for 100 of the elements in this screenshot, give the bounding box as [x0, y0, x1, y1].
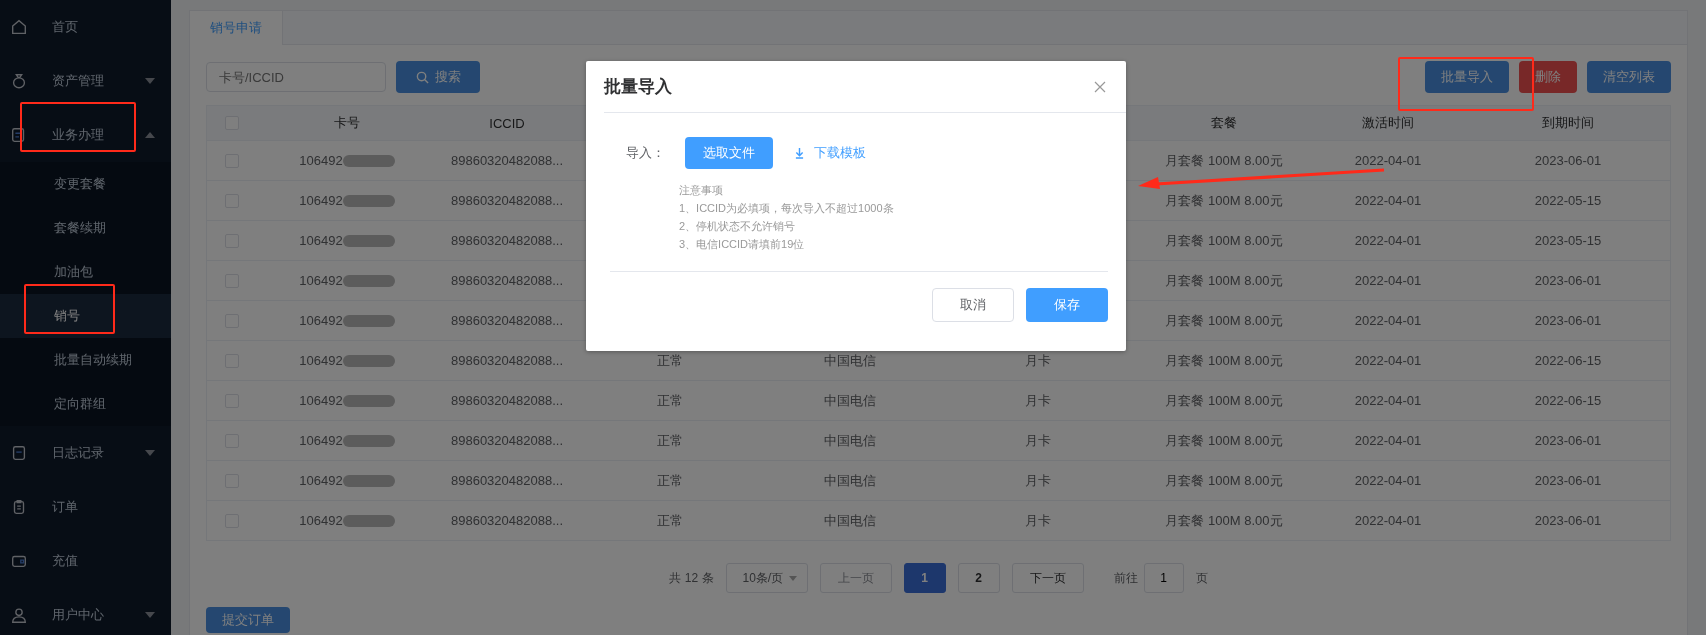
cancel-button[interactable]: 取消 [932, 288, 1014, 322]
submenu-item[interactable]: 定向群组 [0, 382, 171, 426]
redacted-blur [342, 434, 395, 447]
column-header: 套餐 [1211, 114, 1237, 132]
menu-item[interactable]: 业务办理 [0, 108, 171, 162]
card-type-cell: 月卡 [1025, 351, 1051, 370]
card-type-cell: 月卡 [1025, 471, 1051, 490]
caret-icon [145, 78, 155, 84]
iccid-cell: 89860320482088... [450, 353, 564, 368]
card-number: 106492 [299, 473, 343, 488]
search-field[interactable]: 卡号/ICCID [206, 62, 386, 92]
status-cell: 正常 [656, 431, 683, 450]
column-header: ICCID [489, 115, 525, 131]
iccid-cell: 89860320482088... [450, 313, 564, 328]
iccid-cell: 89860320482088... [450, 473, 564, 488]
plan-cell: 月套餐 100M 8.00元 [1165, 311, 1283, 330]
iccid-cell: 89860320482088... [450, 153, 564, 168]
plan-cell: 月套餐 100M 8.00元 [1165, 151, 1283, 170]
date-cell: 2022-06-15 [1534, 393, 1602, 408]
redacted-blur [342, 474, 395, 487]
action-button[interactable]: 批量导入 [1425, 61, 1509, 93]
date-cell: 2022-04-01 [1354, 233, 1422, 248]
page-button[interactable]: 1 [903, 563, 946, 593]
status-cell: 正常 [656, 351, 683, 370]
redacted-blur [342, 514, 395, 527]
card-type-cell: 月卡 [1025, 511, 1051, 530]
submenu-item[interactable]: 销号 [0, 294, 171, 338]
iccid-cell: 89860320482088... [450, 433, 564, 448]
menu-item[interactable]: 用户中心 [0, 588, 171, 635]
column-header: 卡号 [334, 114, 360, 132]
page-size-select[interactable]: 10条/页 [725, 563, 808, 593]
download-template-link[interactable]: 下载模板 [795, 144, 866, 162]
submenu-item[interactable]: 加油包 [0, 250, 171, 294]
date-cell: 2022-04-01 [1354, 393, 1422, 408]
status-cell: 正常 [656, 471, 683, 490]
notes-title: 注意事项 [679, 183, 724, 198]
date-cell: 2022-04-01 [1354, 513, 1422, 528]
redacted-blur [342, 314, 395, 327]
home-icon [10, 18, 28, 36]
carrier-cell: 中国电信 [824, 471, 876, 490]
close-icon[interactable] [1094, 80, 1106, 93]
iccid-cell: 89860320482088... [450, 273, 564, 288]
column-header: 激活时间 [1362, 114, 1414, 132]
status-cell: 正常 [656, 511, 683, 530]
submenu-item[interactable]: 套餐续期 [0, 206, 171, 250]
goto-label: 前往 [1113, 569, 1138, 587]
redacted-blur [342, 394, 395, 407]
date-cell: 2023-06-01 [1534, 513, 1602, 528]
plan-cell: 月套餐 100M 8.00元 [1165, 391, 1283, 410]
submenu-item[interactable]: 批量自动续期 [0, 338, 171, 382]
action-button[interactable]: 删除 [1519, 61, 1577, 93]
redacted-blur [342, 274, 395, 287]
card-number: 106492 [299, 153, 343, 168]
card-number: 106492 [299, 193, 343, 208]
date-cell: 2023-06-01 [1534, 433, 1602, 448]
menu-item[interactable]: 订单 [0, 480, 171, 534]
iccid-cell: 89860320482088... [450, 233, 564, 248]
action-button[interactable]: 清空列表 [1587, 61, 1671, 93]
save-button[interactable]: 保存 [1026, 288, 1108, 322]
date-cell: 2022-06-15 [1534, 353, 1602, 368]
search-button[interactable]: 搜索 [396, 61, 480, 93]
date-cell: 2023-06-01 [1534, 273, 1602, 288]
plan-cell: 月套餐 100M 8.00元 [1165, 471, 1283, 490]
choose-file-button[interactable]: 选取文件 [685, 137, 773, 169]
date-cell: 2022-04-01 [1354, 313, 1422, 328]
submenu-item[interactable]: 变更套餐 [0, 162, 171, 206]
redacted-blur [342, 234, 395, 247]
date-cell: 2023-05-15 [1534, 233, 1602, 248]
next-page-button[interactable]: 下一页 [1011, 563, 1084, 593]
date-cell: 2023-06-01 [1534, 313, 1602, 328]
date-cell: 2022-04-01 [1354, 273, 1422, 288]
caret-icon [788, 575, 797, 581]
date-cell: 2022-04-01 [1354, 353, 1422, 368]
page-input[interactable]: 1 [1143, 563, 1184, 593]
dialog-title: 批量导入 [604, 76, 672, 98]
column-header: 到期时间 [1542, 114, 1594, 132]
date-cell: 2022-04-01 [1354, 193, 1422, 208]
plan-cell: 月套餐 100M 8.00元 [1165, 511, 1283, 530]
plan-cell: 月套餐 100M 8.00元 [1165, 271, 1283, 290]
log-icon [10, 444, 28, 462]
date-cell: 2022-04-01 [1354, 153, 1422, 168]
redacted-blur [342, 354, 395, 367]
iccid-cell: 89860320482088... [450, 193, 564, 208]
menu-item[interactable]: 日志记录 [0, 426, 171, 480]
menu-item[interactable]: 资产管理 [0, 54, 171, 108]
submit-order-button[interactable]: 提交订单 [206, 607, 290, 633]
date-cell: 2022-04-01 [1354, 473, 1422, 488]
carrier-cell: 中国电信 [824, 511, 876, 530]
date-cell: 2023-06-01 [1534, 473, 1602, 488]
card-number: 106492 [299, 513, 343, 528]
redacted-blur [342, 194, 395, 207]
page-suffix: 页 [1195, 569, 1208, 587]
page-button[interactable]: 2 [957, 563, 1000, 593]
card-number: 106492 [299, 313, 343, 328]
tab[interactable]: 销号申请 [190, 11, 283, 45]
menu-item[interactable]: 充值 [0, 534, 171, 588]
card-number: 106492 [299, 353, 343, 368]
iccid-cell: 89860320482088... [450, 513, 564, 528]
import-label: 导入： [626, 144, 666, 162]
menu-item[interactable]: 首页 [0, 0, 171, 54]
